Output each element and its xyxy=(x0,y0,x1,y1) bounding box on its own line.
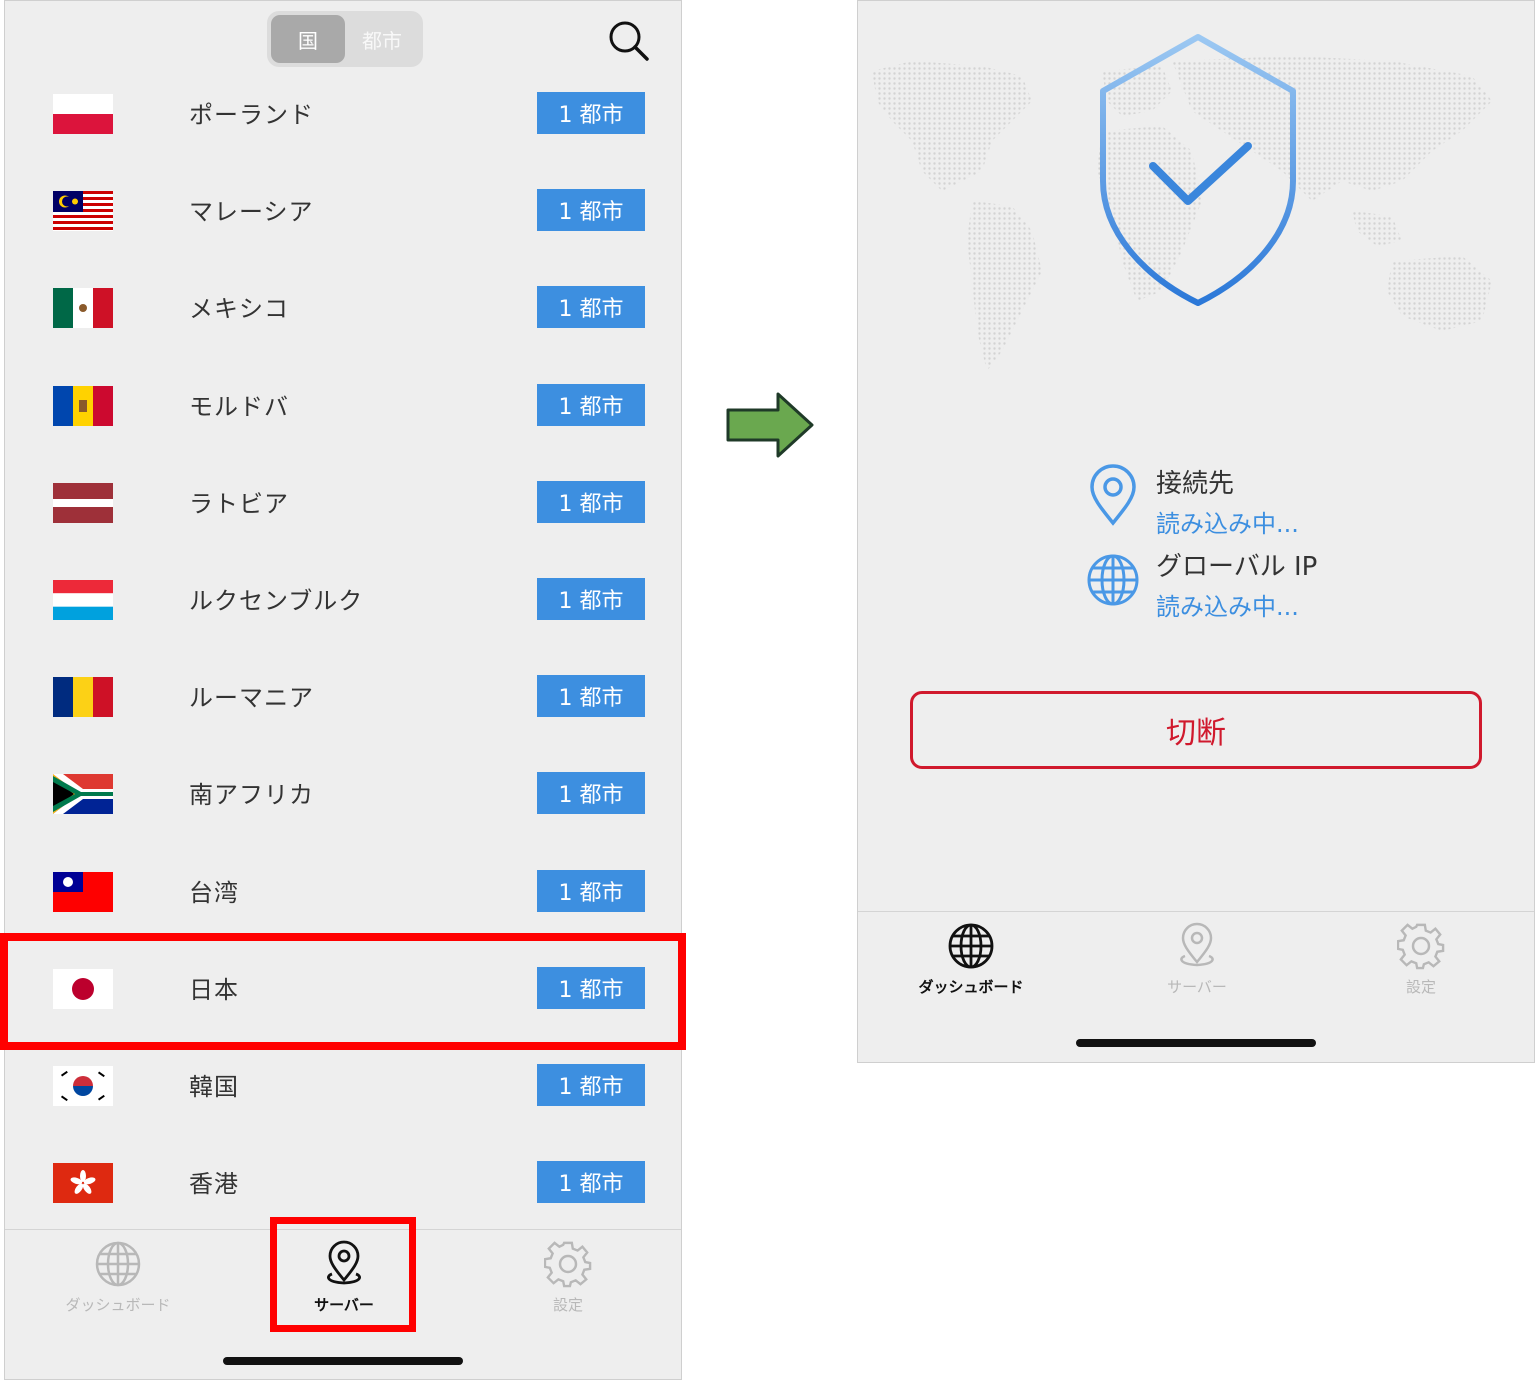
country-name: ラトビア xyxy=(189,489,289,518)
country-row-poland[interactable]: ポーランド 1 都市 xyxy=(5,65,681,162)
country-row-luxembourg[interactable]: ルクセンブルク 1 都市 xyxy=(5,551,681,648)
tab-dashboard[interactable]: ダッシュボード xyxy=(43,1240,193,1315)
romania-flag-icon xyxy=(53,677,113,718)
segment-country[interactable]: 国 xyxy=(271,15,345,63)
city-count-button[interactable]: 1 都市 xyxy=(537,772,645,815)
japan-row-highlight xyxy=(0,933,686,1050)
country-row-mexico[interactable]: メキシコ 1 都市 xyxy=(5,259,681,356)
tab-label: ダッシュボード xyxy=(918,978,1024,996)
location-pin-icon xyxy=(1090,464,1136,526)
city-count-button[interactable]: 1 都市 xyxy=(537,869,645,912)
south-africa-flag-icon xyxy=(53,774,113,815)
luxembourg-flag-icon xyxy=(53,579,113,620)
taiwan-flag-icon xyxy=(53,871,113,912)
tab-label: 設定 xyxy=(1405,978,1436,996)
gear-icon xyxy=(1397,923,1445,970)
global-ip: グローバル IP 読み込み中... xyxy=(1086,546,1317,622)
city-count-button[interactable]: 1 都市 xyxy=(537,92,645,134)
city-count-button[interactable]: 1 都市 xyxy=(537,1161,645,1204)
korea-flag-icon xyxy=(53,1065,113,1106)
hong-kong-flag-icon xyxy=(53,1163,113,1204)
tab-settings[interactable]: 設定 xyxy=(1346,922,1496,997)
global-ip-label: グローバル IP xyxy=(1156,552,1318,582)
city-count-button[interactable]: 1 都市 xyxy=(537,383,645,426)
city-count-button[interactable]: 1 都市 xyxy=(537,286,645,329)
latvia-flag-icon xyxy=(53,482,113,523)
home-indicator xyxy=(1076,1039,1316,1047)
search-icon[interactable] xyxy=(605,17,651,63)
server-tab-highlight xyxy=(270,1217,416,1332)
city-count-button[interactable]: 1 都市 xyxy=(537,675,645,718)
tab-label: サーバー xyxy=(1167,978,1227,996)
country-list: ポーランド 1 都市 マレーシア 1 都市 メキシコ 1 都市 モルドバ 1 都… xyxy=(5,65,681,1231)
city-count-button[interactable]: 1 都市 xyxy=(537,189,645,232)
malaysia-flag-icon xyxy=(53,191,113,232)
tab-label: ダッシュボード xyxy=(65,1296,171,1314)
country-row-south-africa[interactable]: 南アフリカ 1 都市 xyxy=(5,745,681,842)
globe-icon xyxy=(95,1241,141,1287)
country-row-korea[interactable]: 韓国 1 都市 xyxy=(5,1037,681,1134)
shield-check-icon xyxy=(1100,34,1296,306)
connection-value: 読み込み中... xyxy=(1156,510,1299,538)
country-name: ポーランド xyxy=(189,101,314,129)
globe-icon xyxy=(948,923,994,969)
moldova-flag-icon xyxy=(53,385,113,426)
connection-destination: 接続先 読み込み中... xyxy=(1086,463,1299,539)
dashboard-screen: 接続先 読み込み中... グローバル IP 読み込み中... 切断 ダッシュボー… xyxy=(857,0,1535,1063)
country-name: ルーマニア xyxy=(189,684,314,713)
tab-dashboard[interactable]: ダッシュボード xyxy=(896,922,1046,997)
city-count-button[interactable]: 1 都市 xyxy=(537,1063,645,1106)
segment-city[interactable]: 都市 xyxy=(345,15,419,63)
tab-label: 設定 xyxy=(552,1296,583,1314)
globe-icon xyxy=(1087,554,1139,606)
global-ip-value: 読み込み中... xyxy=(1156,593,1299,621)
country-row-latvia[interactable]: ラトビア 1 都市 xyxy=(5,454,681,551)
country-name: マレーシア xyxy=(189,198,314,227)
country-row-romania[interactable]: ルーマニア 1 都市 xyxy=(5,648,681,745)
tab-server[interactable]: サーバー xyxy=(1122,922,1272,997)
city-count-button[interactable]: 1 都市 xyxy=(537,577,645,620)
country-name: ルクセンブルク xyxy=(189,586,364,615)
country-name: 南アフリカ xyxy=(189,781,314,810)
country-name: 韓国 xyxy=(189,1072,239,1101)
country-name: モルドバ xyxy=(189,392,289,421)
country-name: 台湾 xyxy=(189,878,239,907)
country-row-moldova[interactable]: モルドバ 1 都市 xyxy=(5,357,681,454)
server-list-screen: 国 都市 ポーランド 1 都市 マレーシア 1 都市 メキシコ 1 都市 モルド… xyxy=(4,0,682,1380)
right-arrow-icon xyxy=(726,392,816,458)
country-name: 香港 xyxy=(189,1170,239,1199)
poland-flag-icon xyxy=(53,94,113,134)
tab-settings[interactable]: 設定 xyxy=(493,1240,643,1315)
country-name: メキシコ xyxy=(189,295,289,324)
country-row-taiwan[interactable]: 台湾 1 都市 xyxy=(5,843,681,940)
connection-label: 接続先 xyxy=(1156,469,1235,499)
disconnect-button[interactable]: 切断 xyxy=(910,691,1482,769)
country-city-segmented-control[interactable]: 国 都市 xyxy=(267,11,423,67)
gear-icon xyxy=(544,1241,592,1288)
mexico-flag-icon xyxy=(53,288,113,329)
city-count-button[interactable]: 1 都市 xyxy=(537,480,645,523)
location-pin-icon xyxy=(1180,922,1214,967)
home-indicator xyxy=(223,1357,463,1365)
country-row-malaysia[interactable]: マレーシア 1 都市 xyxy=(5,162,681,259)
